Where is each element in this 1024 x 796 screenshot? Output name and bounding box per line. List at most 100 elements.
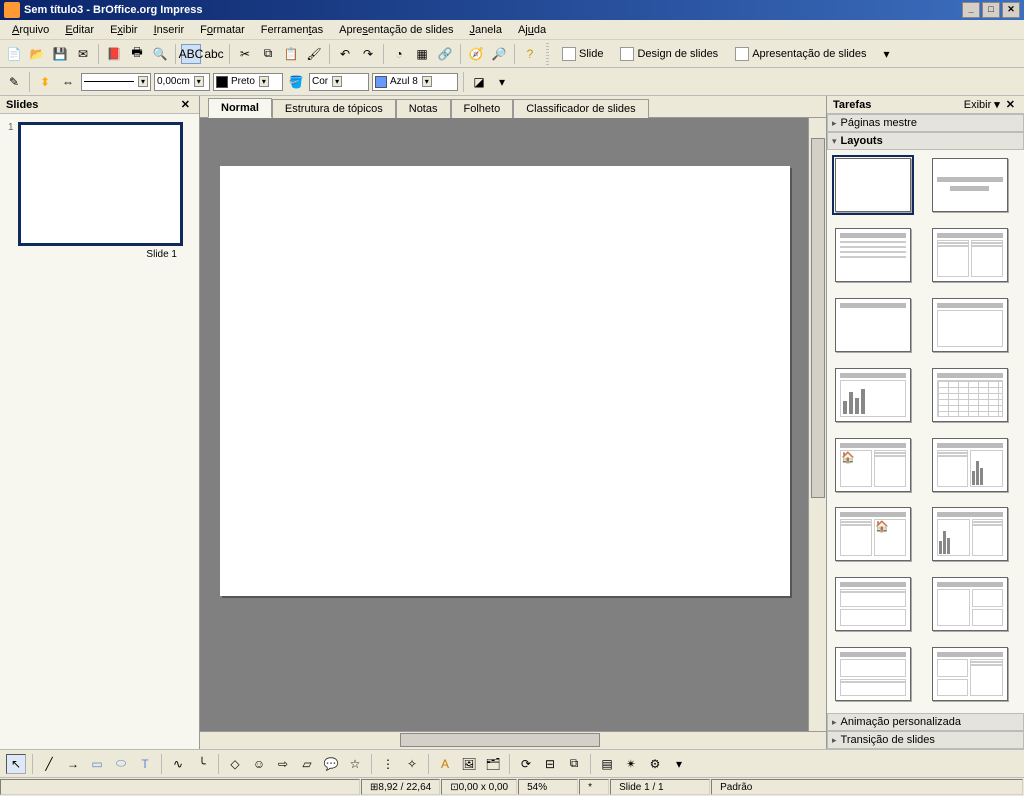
menu-ajuda[interactable]: Ajuda: [510, 22, 554, 38]
layout-two-objects-text[interactable]: [932, 647, 1008, 701]
email-button[interactable]: ✉: [73, 44, 93, 64]
tab-notes[interactable]: Notas: [396, 99, 451, 118]
layout-text-chart[interactable]: [932, 438, 1008, 492]
menu-exibir[interactable]: Exibir: [102, 22, 146, 38]
slides-list[interactable]: 1 Slide 1: [0, 114, 199, 749]
fill-button[interactable]: 🪣: [286, 72, 306, 92]
horizontal-scrollbar[interactable]: [200, 731, 826, 749]
layout-title-content[interactable]: [835, 228, 911, 282]
format-paint-button[interactable]: 🖌: [304, 44, 324, 64]
slide-thumbnail[interactable]: 1 Slide 1: [8, 122, 191, 260]
menu-apresentacao[interactable]: Apresentação de slides: [331, 22, 461, 38]
rectangle-tool[interactable]: ▭: [87, 754, 107, 774]
fill-color-select[interactable]: Azul 8▾: [372, 73, 458, 91]
layout-object-over-text[interactable]: [835, 647, 911, 701]
rotate-tool[interactable]: ⟳: [516, 754, 536, 774]
section-transition[interactable]: ▸Transição de slides: [827, 731, 1024, 749]
zoom-button[interactable]: 🔎: [489, 44, 509, 64]
minimize-button[interactable]: _: [962, 2, 980, 18]
basic-shapes-tool[interactable]: ◇: [225, 754, 245, 774]
layout-table[interactable]: [932, 368, 1008, 422]
presentation-button[interactable]: Apresentação de slides: [728, 44, 873, 64]
menu-formatar[interactable]: Formatar: [192, 22, 253, 38]
layout-blank[interactable]: [835, 158, 911, 212]
arrow-style-button[interactable]: ⬍: [35, 72, 55, 92]
table-button[interactable]: ▦: [412, 44, 432, 64]
line-width-input[interactable]: 0,00cm▾: [154, 73, 210, 91]
block-arrows-tool[interactable]: ⇨: [273, 754, 293, 774]
line-tool[interactable]: ╱: [39, 754, 59, 774]
open-button[interactable]: 📂: [27, 44, 47, 64]
close-panel-button[interactable]: ✕: [178, 98, 193, 111]
copy-button[interactable]: ⧉: [258, 44, 278, 64]
status-zoom[interactable]: 54%: [518, 779, 578, 795]
text-tool[interactable]: T: [135, 754, 155, 774]
print-button[interactable]: 🖶: [127, 44, 147, 64]
line-ends-button[interactable]: ⇔: [58, 72, 78, 92]
slide-thumb-canvas[interactable]: [18, 122, 183, 246]
tab-normal[interactable]: Normal: [208, 98, 272, 118]
menu-inserir[interactable]: Inserir: [146, 22, 193, 38]
canvas-area[interactable]: [200, 118, 826, 731]
section-master-pages[interactable]: ▸Páginas mestre: [827, 114, 1024, 132]
align-tool[interactable]: ⊟: [540, 754, 560, 774]
from-file-tool[interactable]: 🖼: [459, 754, 479, 774]
glue-tool[interactable]: ✧: [402, 754, 422, 774]
cut-button[interactable]: ✂: [235, 44, 255, 64]
new-button[interactable]: 📄: [4, 44, 24, 64]
fontwork-tool[interactable]: A: [435, 754, 455, 774]
layout-object[interactable]: [932, 298, 1008, 352]
dropdown-icon[interactable]: ▾: [669, 754, 689, 774]
layout-title-only[interactable]: [835, 298, 911, 352]
layout-chart[interactable]: [835, 368, 911, 422]
layout-four-objects[interactable]: [932, 577, 1008, 631]
export-pdf-button[interactable]: 📕: [104, 44, 124, 64]
tasks-view-link[interactable]: Exibir: [964, 99, 992, 111]
fill-type-select[interactable]: Cor▾: [309, 73, 369, 91]
close-button[interactable]: ✕: [1002, 2, 1020, 18]
help-button[interactable]: ?: [520, 44, 540, 64]
animation-tool[interactable]: ✴: [621, 754, 641, 774]
dropdown-icon[interactable]: ▾: [877, 44, 897, 64]
save-button[interactable]: 💾: [50, 44, 70, 64]
select-tool[interactable]: ↖: [6, 754, 26, 774]
shadow-button[interactable]: ◪: [469, 72, 489, 92]
gallery-tool[interactable]: 🗂: [483, 754, 503, 774]
callouts-tool[interactable]: 💬: [321, 754, 341, 774]
symbol-shapes-tool[interactable]: ☺: [249, 754, 269, 774]
line-style-select[interactable]: ▾: [81, 73, 151, 91]
line-color-select[interactable]: Preto▾: [213, 73, 283, 91]
arrow-tool[interactable]: →: [63, 754, 83, 774]
ellipse-tool[interactable]: ⬭: [111, 754, 131, 774]
insert-slide-tool[interactable]: ▤: [597, 754, 617, 774]
slide-canvas[interactable]: [220, 166, 790, 596]
close-tasks-button[interactable]: ✕: [1003, 98, 1018, 111]
hyperlink-button[interactable]: 🔗: [435, 44, 455, 64]
tab-sorter[interactable]: Classificador de slides: [513, 99, 648, 118]
autocheck-button[interactable]: abc: [204, 44, 224, 64]
layout-clipart-text[interactable]: 🏠: [835, 438, 911, 492]
layout-text-over-object[interactable]: [835, 577, 911, 631]
arrange-tool[interactable]: ⧉: [564, 754, 584, 774]
menu-ferramentas[interactable]: Ferramentas: [253, 22, 331, 38]
menu-arquivo[interactable]: Arquivo: [4, 22, 57, 38]
layout-chart-text[interactable]: [932, 507, 1008, 561]
menu-janela[interactable]: Janela: [462, 22, 510, 38]
vertical-scrollbar[interactable]: [808, 118, 826, 731]
redo-button[interactable]: ↷: [358, 44, 378, 64]
tab-outline[interactable]: Estrutura de tópicos: [272, 99, 396, 118]
interaction-tool[interactable]: ⚙: [645, 754, 665, 774]
slide-design-button[interactable]: Design de slides: [613, 44, 725, 64]
maximize-button[interactable]: □: [982, 2, 1000, 18]
dropdown-icon[interactable]: ▾: [492, 72, 512, 92]
layout-title[interactable]: [932, 158, 1008, 212]
preview-button[interactable]: 🔍: [150, 44, 170, 64]
spellcheck-button[interactable]: ABC: [181, 44, 201, 64]
connector-tool[interactable]: ╰: [192, 754, 212, 774]
pointer-button[interactable]: ✎: [4, 72, 24, 92]
tab-handout[interactable]: Folheto: [451, 99, 514, 118]
section-animation[interactable]: ▸Animação personalizada: [827, 713, 1024, 731]
menu-editar[interactable]: Editar: [57, 22, 102, 38]
section-layouts[interactable]: ▾Layouts: [827, 132, 1024, 150]
stars-tool[interactable]: ☆: [345, 754, 365, 774]
